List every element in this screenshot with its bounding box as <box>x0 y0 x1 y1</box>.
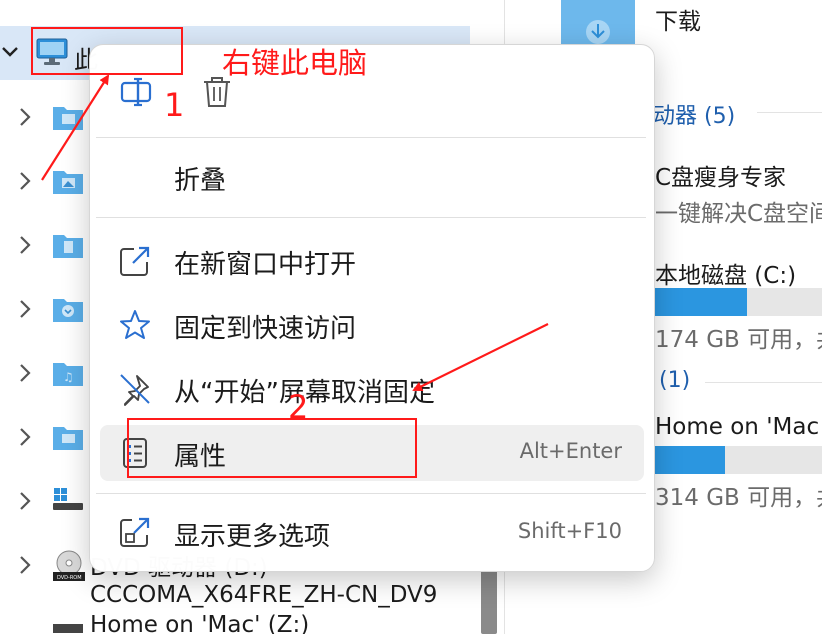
menu-item-shortcut: Alt+Enter <box>519 439 622 463</box>
drive-c-usage-fill <box>655 288 747 316</box>
annotation-step-1: 1 <box>164 86 185 124</box>
chevron-right-icon[interactable] <box>14 554 36 576</box>
drive-c-usage-bar <box>655 288 822 316</box>
chevron-right-icon[interactable] <box>14 106 36 128</box>
menu-divider <box>96 217 646 218</box>
music-folder-icon: ♫ <box>53 363 83 386</box>
app-title[interactable]: C盘瘦身专家 <box>655 158 786 192</box>
star-icon <box>120 310 150 339</box>
nav-scrollbar-thumb[interactable] <box>481 570 497 634</box>
section-rule <box>757 112 822 113</box>
chevron-right-icon[interactable] <box>14 426 36 448</box>
annotation-box-this-pc <box>31 27 183 75</box>
menu-item-show-more-options[interactable]: 显示更多选项 Shift+F10 <box>100 505 644 561</box>
chevron-right-icon[interactable] <box>14 362 36 384</box>
menu-item-collapse[interactable]: 折叠 <box>100 149 644 205</box>
annotation-right-click-text: 右键此电脑 <box>222 46 368 80</box>
menu-item-label: 显示更多选项 <box>174 522 331 552</box>
menu-divider <box>96 137 646 138</box>
videos-folder-icon <box>53 107 83 130</box>
drive-c-free-space: 174 GB 可用，共 <box>655 327 822 353</box>
menu-item-label: 固定到快速访问 <box>174 314 357 344</box>
svg-text:♫: ♫ <box>63 370 74 384</box>
open-in-new-window-icon <box>120 246 150 276</box>
drive-z-usage-fill <box>655 446 726 474</box>
menu-item-label: 在新窗口中打开 <box>174 250 357 280</box>
menu-divider <box>96 493 646 494</box>
drive-z-label[interactable]: Home on 'Mac <box>655 414 819 440</box>
unpin-icon <box>120 374 150 406</box>
nav-network-drive-label[interactable]: Home on 'Mac' (Z:) <box>90 612 309 634</box>
menu-item-unpin-start[interactable]: 从“开始”屏幕取消固定 <box>100 361 644 417</box>
devices-section-header[interactable]: 动器 (5) <box>653 98 735 130</box>
menu-item-shortcut: Shift+F10 <box>517 519 622 543</box>
drive-c-label[interactable]: 本地磁盘 (C:) <box>655 256 796 290</box>
pictures-folder-icon <box>53 171 83 194</box>
rename-icon[interactable] <box>120 75 154 109</box>
network-section-header[interactable]: (1) <box>659 368 690 393</box>
dvd-drive-icon: DVD-ROM <box>53 550 85 581</box>
drive-z-usage-bar <box>655 446 822 474</box>
downloads-folder-label[interactable]: 下载 <box>655 2 701 36</box>
chevron-right-icon[interactable] <box>14 234 36 256</box>
chevron-down-icon[interactable] <box>0 42 20 62</box>
show-more-options-icon <box>120 517 150 547</box>
chevron-right-icon[interactable] <box>14 490 36 512</box>
windows-drive-icon <box>53 488 83 510</box>
network-drive-icon <box>53 624 83 633</box>
menu-item-pin-quick-access[interactable]: 固定到快速访问 <box>100 297 644 353</box>
desktop-folder-icon <box>53 427 83 450</box>
section-rule <box>705 382 822 383</box>
downloads-folder-icon <box>53 299 83 322</box>
menu-item-label: 折叠 <box>174 166 227 196</box>
drive-z-free-space: 314 GB 可用，共 <box>655 485 822 511</box>
menu-item-open-new-window[interactable]: 在新窗口中打开 <box>100 233 644 289</box>
dvd-rom-text: DVD-ROM <box>57 575 82 581</box>
app-subtitle: 一键解决C盘空间 <box>655 201 822 227</box>
annotation-box-properties <box>127 418 417 478</box>
chevron-right-icon[interactable] <box>14 298 36 320</box>
downloads-folder-large-icon[interactable] <box>559 0 637 48</box>
chevron-right-icon[interactable] <box>14 170 36 192</box>
documents-folder-icon <box>53 235 83 258</box>
